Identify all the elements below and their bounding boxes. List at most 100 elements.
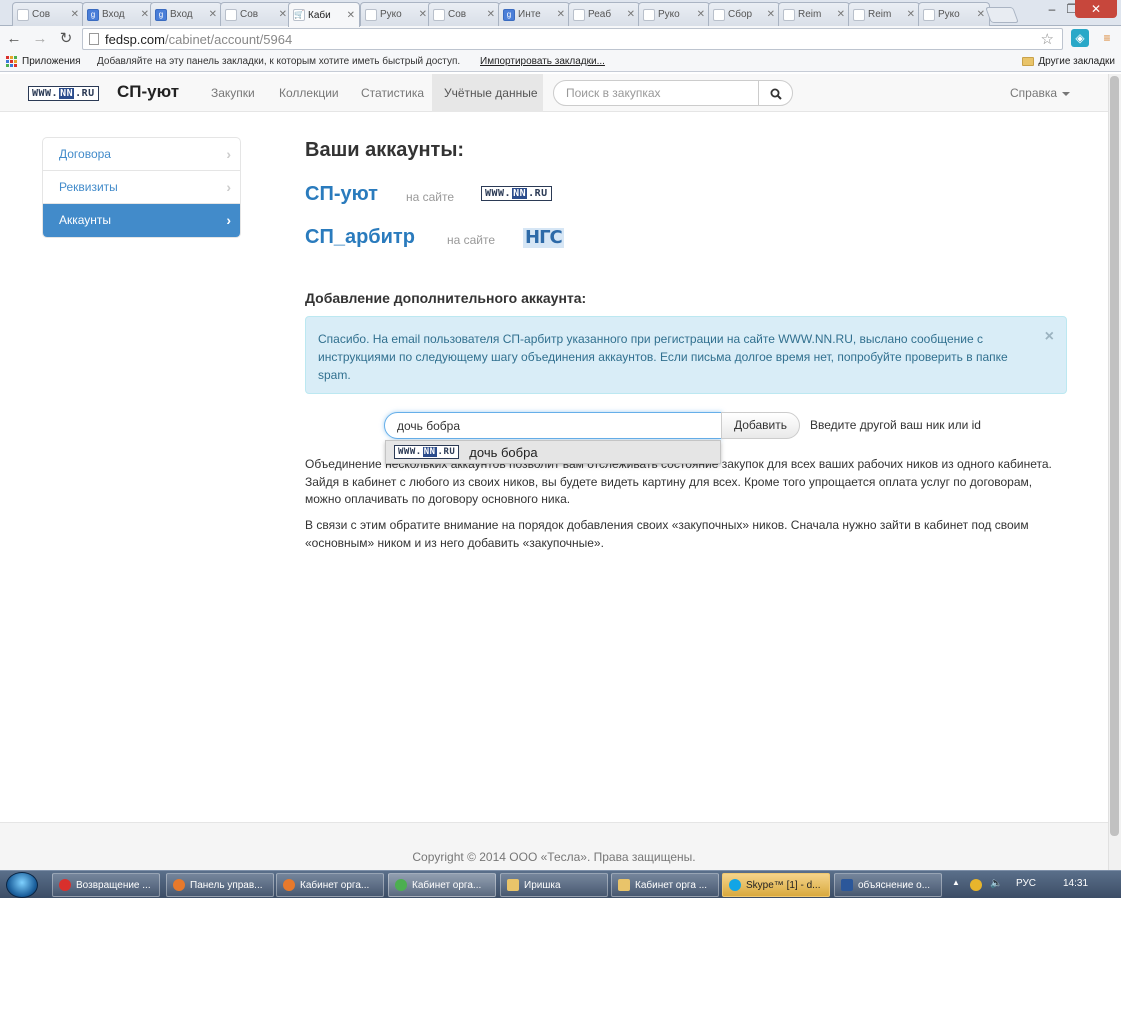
menu-icon[interactable]: ≡ xyxy=(1098,29,1116,47)
close-icon[interactable]: × xyxy=(1045,328,1054,346)
browser-tab[interactable]: Сбор ✕ xyxy=(708,2,780,26)
taskbar-button[interactable]: Кабинет орга... xyxy=(276,873,384,897)
firefox-icon xyxy=(173,879,185,891)
browser-tab[interactable]: Руко ✕ xyxy=(638,2,710,26)
page-icon xyxy=(433,8,445,21)
page-icon xyxy=(643,8,655,21)
browser-tab-strip: Сов ✕ g Вход ✕ g Вход ✕ Сов ✕ 🛒 Каби ✕ Руко ✕ Сов ✕ g Инте… xyxy=(0,0,1121,27)
taskbar-button[interactable]: Кабинет орга... xyxy=(388,873,496,897)
browser-tab-label: Инте xyxy=(518,9,541,20)
close-tab-icon[interactable]: ✕ xyxy=(279,9,287,20)
close-tab-icon[interactable]: ✕ xyxy=(209,9,217,20)
windows-taskbar: Возвращение ... Панель управ... Кабинет ор… xyxy=(0,870,1121,898)
language-indicator[interactable]: РУС xyxy=(1016,878,1036,889)
close-tab-icon[interactable]: ✕ xyxy=(907,9,915,20)
browser-tab[interactable]: g Инте ✕ xyxy=(498,2,570,26)
close-tab-icon[interactable]: ✕ xyxy=(557,9,565,20)
browser-tab[interactable]: Reim ✕ xyxy=(848,2,920,26)
browser-tab-label: Руко xyxy=(380,9,402,20)
reload-icon[interactable]: ↻ xyxy=(56,29,76,49)
browser-tab[interactable]: Сов ✕ xyxy=(12,2,84,26)
nick-input[interactable] xyxy=(384,412,722,439)
alert-text: Спасибо. На email пользователя СП-арбитр… xyxy=(318,332,1008,382)
tray-expand-icon[interactable]: ▲ xyxy=(952,878,960,887)
forward-icon[interactable]: → xyxy=(30,29,50,49)
add-account-title: Добавление дополнительного аккаунта: xyxy=(305,290,587,306)
search-button[interactable] xyxy=(758,80,793,106)
browser-tab-label: Сов xyxy=(240,9,259,20)
close-tab-icon[interactable]: ✕ xyxy=(627,9,635,20)
close-tab-icon[interactable]: ✕ xyxy=(487,9,495,20)
notification-icon[interactable] xyxy=(970,879,982,891)
browser-tab[interactable]: Руко ✕ xyxy=(360,2,432,26)
taskbar-button[interactable]: объяснение о... xyxy=(834,873,942,897)
close-tab-icon[interactable]: ✕ xyxy=(141,9,149,20)
ngs-logo: НГС xyxy=(523,227,564,248)
autocomplete-suggestion[interactable]: WWW. NN .RU дочь бобра xyxy=(385,440,721,464)
close-tab-icon[interactable]: ✕ xyxy=(697,9,705,20)
browser-tab[interactable]: g Вход ✕ xyxy=(82,2,154,26)
taskbar-button[interactable]: Skype™ [1] - d... xyxy=(722,873,830,897)
site-navbar: WWW. NN .RU СП-уют Закупки Коллекции Стати… xyxy=(0,74,1108,112)
clock[interactable]: 14:31 xyxy=(1063,878,1088,889)
address-bar[interactable]: fedsp.com/cabinet/account/5964 ☆ xyxy=(82,28,1063,50)
browser-tab[interactable]: 🛒 Каби ✕ xyxy=(288,2,360,27)
add-account-button[interactable]: Добавить xyxy=(721,412,800,439)
close-tab-icon[interactable]: ✕ xyxy=(767,9,775,20)
taskbar-button[interactable]: Иришка xyxy=(500,873,608,897)
url-host: fedsp.com xyxy=(105,31,165,47)
folder-icon xyxy=(1022,57,1035,66)
browser-tab[interactable]: Сов ✕ xyxy=(428,2,500,26)
close-tab-icon[interactable]: ✕ xyxy=(347,10,355,21)
info-paragraph-2: В связи с этим обратите внимание на поря… xyxy=(305,518,1029,550)
import-bookmarks-link[interactable]: Импортировать закладки... xyxy=(480,56,605,67)
taskbar-button[interactable]: Возвращение ... xyxy=(52,873,160,897)
browser-tab[interactable]: Реаб ✕ xyxy=(568,2,640,26)
close-tab-icon[interactable]: ✕ xyxy=(837,9,845,20)
chrome-icon xyxy=(395,879,407,891)
taskbar-button[interactable]: Кабинет орга ... xyxy=(611,873,719,897)
close-window-button[interactable]: ✕ xyxy=(1075,0,1117,18)
page-icon xyxy=(17,8,29,21)
url-path: /cabinet/account/5964 xyxy=(164,31,293,47)
account-name-2[interactable]: СП_арбитр xyxy=(305,226,415,249)
nav-link-statistics[interactable]: Статистика xyxy=(361,86,424,100)
close-tab-icon[interactable]: ✕ xyxy=(977,9,985,20)
folder-icon xyxy=(618,879,630,891)
account-name-1[interactable]: СП-уют xyxy=(305,183,378,206)
apps-grid-icon xyxy=(6,56,17,67)
close-tab-icon[interactable]: ✕ xyxy=(71,9,79,20)
nav-link-account-data[interactable]: Учётные данные xyxy=(444,86,538,100)
help-dropdown[interactable]: Справка xyxy=(1010,86,1071,100)
sidebar-item-contracts[interactable]: Договора › xyxy=(43,138,240,171)
back-icon[interactable]: ← xyxy=(4,29,24,49)
apps-button[interactable]: Приложения xyxy=(6,56,81,67)
other-bookmarks-button[interactable]: Другие закладки xyxy=(1022,56,1115,67)
sidebar-item-requisites[interactable]: Реквизиты › xyxy=(43,171,240,204)
browser-tab[interactable]: Reim ✕ xyxy=(778,2,850,26)
browser-tab-label: Сов xyxy=(32,9,51,20)
site-brand[interactable]: СП-уют xyxy=(117,82,179,102)
start-button[interactable] xyxy=(6,872,38,898)
browser-tab[interactable]: Руко ✕ xyxy=(918,2,990,26)
search-input[interactable]: Поиск в закупках xyxy=(553,80,759,106)
bookmark-star-icon[interactable]: ☆ xyxy=(1041,30,1054,48)
nav-link-collections[interactable]: Коллекции xyxy=(279,86,339,100)
new-tab-button[interactable] xyxy=(985,7,1019,23)
page-icon xyxy=(225,8,237,21)
volume-icon[interactable]: 🔈 xyxy=(990,878,1002,889)
nn-ru-logo[interactable]: WWW. NN .RU xyxy=(28,86,99,101)
close-tab-icon[interactable]: ✕ xyxy=(419,9,427,20)
sidebar-item-label: Договора xyxy=(59,147,111,161)
browser-tab-label: Руко xyxy=(938,9,960,20)
taskbar-button[interactable]: Панель управ... xyxy=(166,873,274,897)
taskbar-button-label: Кабинет орга ... xyxy=(635,879,708,891)
page-icon xyxy=(89,33,99,45)
nav-link-purchases[interactable]: Закупки xyxy=(211,86,255,100)
browser-tab[interactable]: g Вход ✕ xyxy=(150,2,222,26)
browser-tab[interactable]: Сов ✕ xyxy=(220,2,292,26)
sidebar-item-accounts[interactable]: Аккаунты › xyxy=(43,204,240,237)
extension-icon[interactable]: ◈ xyxy=(1071,29,1089,47)
page-scrollbar-thumb[interactable] xyxy=(1110,76,1119,836)
page-icon xyxy=(853,8,865,21)
